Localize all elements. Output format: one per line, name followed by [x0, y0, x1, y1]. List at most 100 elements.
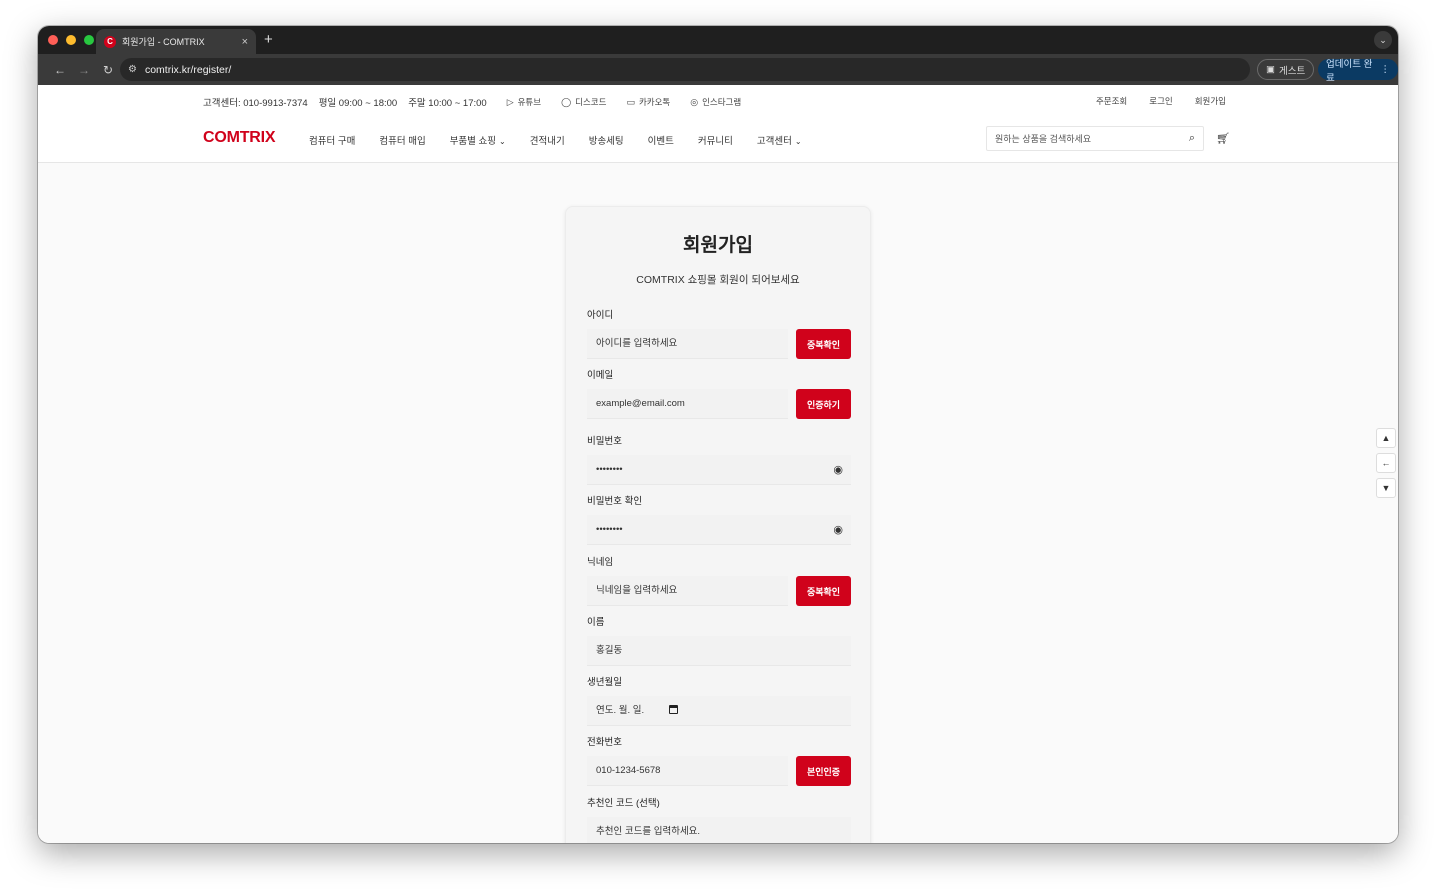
site-info-icon[interactable]: ⚙ [128, 64, 137, 75]
back-icon[interactable]: ← [48, 63, 72, 77]
address-bar[interactable]: ⚙ comtrix.kr/register/ [120, 58, 1250, 81]
discord-icon: ◯ [561, 96, 572, 107]
login-link[interactable]: 로그인 [1149, 95, 1172, 107]
weekday-hours: 평일 09:00 ~ 18:00 [318, 98, 398, 109]
password-confirm-field: 비밀번호 확인 ◉ [587, 493, 851, 545]
cart-icon[interactable]: 🛒︎ [1216, 132, 1230, 145]
main-navigation: COMTRIX 컴퓨터 구매 컴퓨터 매입 부품별 쇼핑 ⌄ 견적내기 방송세팅 … [38, 115, 1398, 163]
identity-verify-button[interactable]: 본인인증 [796, 756, 851, 786]
scroll-bottom-button[interactable]: ▼ [1376, 478, 1396, 498]
phone-input[interactable] [587, 756, 788, 786]
eye-icon[interactable]: ◉ [833, 463, 843, 476]
site-logo[interactable]: COMTRIX [203, 129, 276, 147]
go-back-button[interactable]: ← [1376, 453, 1396, 473]
nav-item-community[interactable]: 커뮤니티 [698, 133, 733, 147]
tab-search-icon[interactable]: ⌄ [1374, 31, 1392, 49]
page-subtitle: COMTRIX 쇼핑몰 회원이 되어보세요 [636, 274, 800, 286]
reload-icon[interactable]: ↻ [96, 63, 120, 77]
birthdate-field: 생년월일 [587, 674, 851, 726]
email-field: 이메일 인증하기 [587, 367, 851, 419]
password-confirm-input[interactable] [587, 515, 851, 545]
search-input[interactable] [995, 133, 1189, 144]
signup-card: 회원가입 COMTRIX 쇼핑몰 회원이 되어보세요 아이디 중복확인 이메일 … [565, 206, 871, 843]
nickname-field: 닉네임 중복확인 [587, 554, 851, 606]
url-text: comtrix.kr/register/ [144, 63, 232, 76]
password-label: 비밀번호 [587, 436, 622, 447]
maximize-window-button[interactable] [84, 35, 94, 45]
youtube-icon: ▷ [506, 96, 514, 107]
phone-label: 전화번호 [587, 737, 622, 748]
birthdate-label: 생년월일 [587, 677, 622, 688]
tab-strip: C 회원가입 - COMTRIX × + ⌄ [38, 26, 1398, 54]
product-search: ⌕ [986, 126, 1204, 151]
customer-phone: 고객센터: 010-9913-7374 [203, 98, 308, 109]
social-discord-link[interactable]: ◯ 디스코드 [561, 96, 606, 108]
tab-close-icon[interactable]: × [242, 36, 248, 48]
top-info-bar: 고객센터: 010-9913-7374 평일 09:00 ~ 18:00 주말 … [38, 85, 1398, 115]
id-label: 아이디 [587, 310, 614, 321]
nav-item-estimate[interactable]: 견적내기 [530, 133, 565, 147]
nav-item-buy-computer[interactable]: 컴퓨터 구매 [309, 133, 355, 147]
web-page: 고객센터: 010-9913-7374 평일 09:00 ~ 18:00 주말 … [38, 85, 1398, 843]
update-label: 업데이트 완료 [1326, 58, 1373, 84]
id-duplicate-check-button[interactable]: 중복확인 [796, 329, 851, 359]
profile-icon: ▣ [1266, 64, 1275, 75]
signup-link[interactable]: 회원가입 [1195, 95, 1226, 107]
name-input[interactable] [587, 636, 851, 666]
weekend-hours: 주말 10:00 ~ 17:00 [408, 98, 487, 109]
arrow-left-icon: ← [1381, 458, 1391, 468]
nav-menu: 컴퓨터 구매 컴퓨터 매입 부품별 쇼핑 ⌄ 견적내기 방송세팅 이벤트 커뮤니티… [309, 133, 802, 147]
search-icon[interactable]: ⌕ [1189, 132, 1195, 145]
email-label: 이메일 [587, 370, 614, 381]
nickname-label: 닉네임 [587, 557, 614, 568]
nav-item-event[interactable]: 이벤트 [648, 133, 674, 147]
password-field: 비밀번호 ◉ [587, 433, 851, 485]
email-input[interactable] [587, 389, 788, 419]
email-verify-button[interactable]: 인증하기 [796, 389, 851, 419]
nickname-duplicate-check-button[interactable]: 중복확인 [796, 576, 851, 606]
name-label: 이름 [587, 617, 605, 628]
social-youtube-link[interactable]: ▷ 유튜브 [507, 96, 541, 108]
birthdate-input[interactable] [587, 696, 851, 726]
screen: C 회원가입 - COMTRIX × + ⌄ ← → ↻ ⚙ comtrix.k… [0, 0, 1436, 894]
referral-input[interactable] [587, 817, 851, 843]
nav-item-sell-computer[interactable]: 컴퓨터 매입 [379, 133, 425, 147]
chevron-down-icon: ⌄ [499, 137, 506, 146]
order-lookup-link[interactable]: 주문조회 [1096, 95, 1127, 107]
new-tab-button[interactable]: + [264, 31, 273, 48]
guest-profile-button[interactable]: ▣ 게스트 [1257, 59, 1315, 80]
name-field: 이름 [587, 614, 851, 666]
browser-tab[interactable]: C 회원가입 - COMTRIX × [96, 29, 256, 54]
calendar-icon[interactable] [669, 705, 678, 714]
window-controls [48, 35, 94, 45]
social-kakaotalk-link[interactable]: ▭ 카카오톡 [626, 96, 670, 108]
password-input[interactable] [587, 455, 851, 485]
id-input[interactable] [587, 329, 788, 359]
nav-item-parts-shopping[interactable]: 부품별 쇼핑 ⌄ [450, 133, 506, 147]
nav-item-customer-center[interactable]: 고객센터 ⌄ [757, 133, 802, 147]
nickname-input[interactable] [587, 576, 788, 606]
eye-icon[interactable]: ◉ [833, 523, 843, 536]
social-instagram-link[interactable]: ◎ 인스타그램 [690, 96, 741, 108]
close-window-button[interactable] [48, 35, 58, 45]
scroll-top-button[interactable]: ▲ [1376, 428, 1396, 448]
password-confirm-label: 비밀번호 확인 [587, 496, 643, 507]
browser-toolbar: ← → ↻ ⚙ comtrix.kr/register/ ▣ 게스트 업데이트 … [38, 54, 1398, 85]
referral-field: 추천인 코드 (선택) [587, 795, 851, 843]
triangle-down-icon: ▼ [1381, 483, 1391, 493]
id-field: 아이디 중복확인 [587, 307, 851, 359]
minimize-window-button[interactable] [66, 35, 76, 45]
nav-item-broadcast-setup[interactable]: 방송세팅 [589, 133, 624, 147]
phone-field: 전화번호 본인인증 [587, 734, 851, 786]
page-title: 회원가입 [683, 235, 753, 256]
forward-icon[interactable]: → [72, 63, 96, 77]
favicon-icon: C [104, 35, 116, 48]
update-button[interactable]: 업데이트 완료 ⋮ [1318, 59, 1398, 84]
kebab-menu-icon: ⋮ [1380, 64, 1391, 75]
instagram-icon: ◎ [690, 96, 699, 107]
browser-window: C 회원가입 - COMTRIX × + ⌄ ← → ↻ ⚙ comtrix.k… [38, 26, 1398, 843]
triangle-up-icon: ▲ [1381, 433, 1391, 443]
guest-label: 게스트 [1278, 65, 1306, 77]
kakaotalk-icon: ▭ [626, 96, 635, 107]
tab-title: 회원가입 - COMTRIX [122, 37, 205, 47]
